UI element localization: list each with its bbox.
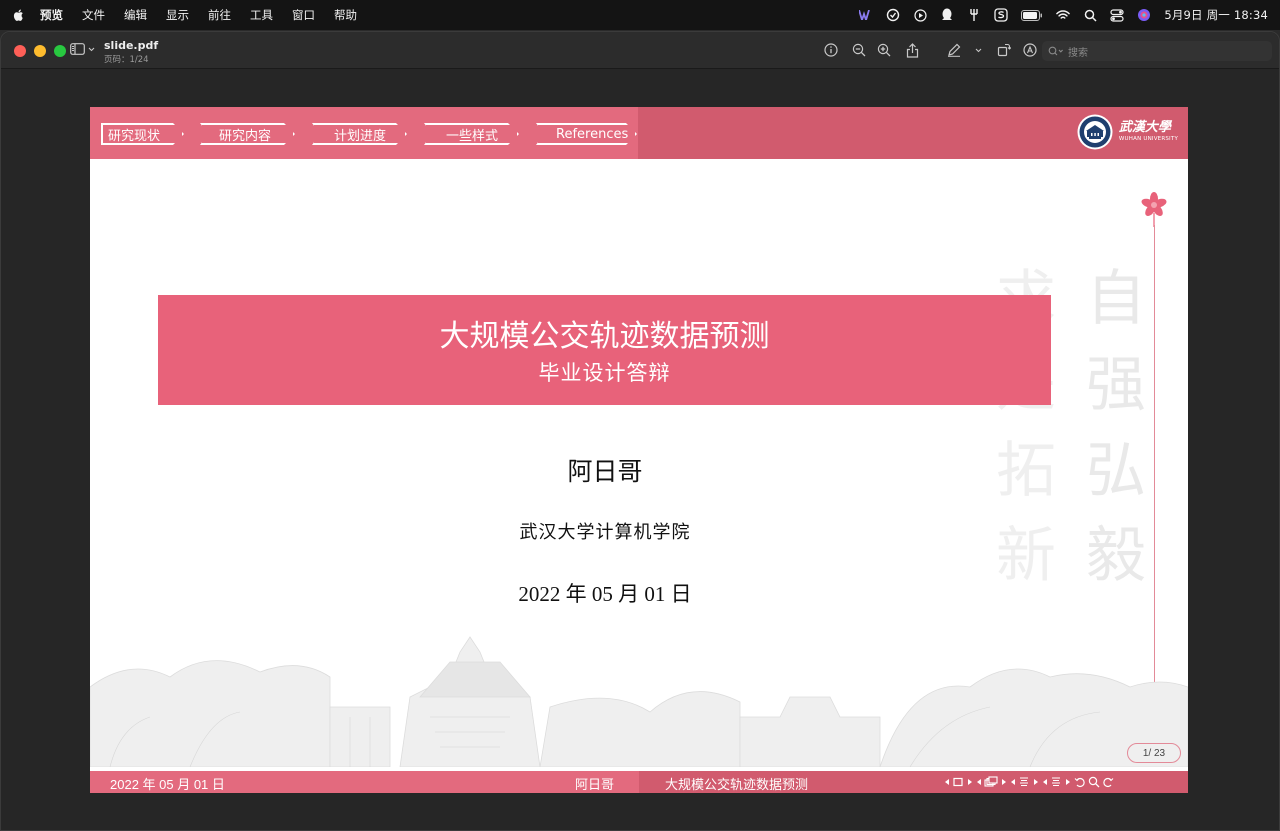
nav-tab-label: 一些样式 bbox=[446, 128, 499, 144]
markup-chevron-down-icon[interactable] bbox=[970, 42, 986, 58]
qq-icon[interactable] bbox=[940, 8, 954, 22]
battery-icon[interactable] bbox=[1021, 8, 1043, 22]
menubar-clock[interactable]: 5月9日 周一 18:34 bbox=[1164, 7, 1268, 23]
control-center-icon[interactable] bbox=[1110, 8, 1124, 22]
search-icon bbox=[1048, 46, 1063, 56]
zoom-in-icon[interactable] bbox=[876, 42, 892, 58]
nav-frame-icon[interactable] bbox=[951, 775, 965, 789]
slide-footer: 2022 年 05 月 01 日 阿日哥 大规模公交轨迹数据预测 bbox=[90, 771, 1188, 793]
search-field[interactable]: 搜索 bbox=[1042, 41, 1272, 61]
play-icon[interactable] bbox=[913, 8, 927, 22]
nav-search-icon[interactable] bbox=[1087, 775, 1101, 789]
beamer-navigation bbox=[943, 775, 1115, 789]
page-count-label: 页码：1/24 bbox=[104, 55, 149, 65]
nav-tab-label: 研究内容 bbox=[219, 128, 272, 144]
siri-icon[interactable] bbox=[1137, 8, 1151, 22]
flower-decoration-icon bbox=[1141, 192, 1167, 227]
toolbar-actions bbox=[823, 42, 1038, 58]
zoom-out-icon[interactable] bbox=[851, 42, 867, 58]
campus-skyline-illustration bbox=[90, 636, 1188, 767]
nav-section-next-icon[interactable] bbox=[1031, 775, 1041, 789]
university-seal-icon bbox=[1077, 114, 1113, 150]
share-icon[interactable] bbox=[904, 42, 920, 58]
nav-tab-plan-progress[interactable]: 计划进度 bbox=[312, 123, 407, 145]
nav-tab-label: 计划进度 bbox=[334, 128, 387, 144]
rotate-icon[interactable] bbox=[996, 42, 1012, 58]
search-placeholder: 搜索 bbox=[1068, 47, 1088, 59]
menu-view[interactable]: 显示 bbox=[166, 7, 189, 23]
nav-doc-next-icon[interactable] bbox=[1063, 775, 1073, 789]
university-logo: 武漢大學 WUHAN UNIVERSITY bbox=[1077, 114, 1178, 150]
menu-tools[interactable]: 工具 bbox=[250, 7, 273, 23]
nav-section-prev-icon[interactable] bbox=[1009, 775, 1017, 789]
nav-subsection-icon[interactable] bbox=[983, 775, 999, 789]
close-window-button[interactable] bbox=[14, 45, 26, 57]
nav-back-icon[interactable] bbox=[1073, 775, 1087, 789]
nav-tab-label: References bbox=[556, 126, 629, 142]
presentation-title: 大规模公交轨迹数据预测 bbox=[439, 319, 770, 354]
search-icon[interactable] bbox=[1083, 8, 1097, 22]
nav-section-icon[interactable] bbox=[1017, 775, 1031, 789]
sidebar-toggle-button[interactable] bbox=[70, 43, 95, 55]
nav-doc-prev-icon[interactable] bbox=[1041, 775, 1049, 789]
nav-forward-icon[interactable] bbox=[1101, 775, 1115, 789]
menu-bar: 预览 文件 编辑 显示 前往 工具 窗口 帮助 5月9日 周一 18:34 bbox=[0, 0, 1280, 30]
document-title: slide.pdf bbox=[104, 39, 159, 52]
menu-file[interactable]: 文件 bbox=[82, 7, 105, 23]
wifi-icon[interactable] bbox=[1056, 8, 1071, 22]
zoom-window-button[interactable] bbox=[54, 45, 66, 57]
motto-watermark-right: 自强弘毅 bbox=[1086, 257, 1146, 600]
grammar-icon[interactable] bbox=[886, 8, 900, 22]
presentation-institute: 武汉大学计算机学院 bbox=[519, 522, 691, 543]
nav-tab-research-status[interactable]: 研究现状 bbox=[101, 123, 184, 145]
nav-tab-label: 研究现状 bbox=[108, 128, 161, 144]
sidebar-icon bbox=[70, 43, 85, 55]
w-app-icon[interactable] bbox=[859, 8, 873, 22]
nav-subsection-prev-icon[interactable] bbox=[975, 775, 983, 789]
traffic-lights bbox=[14, 45, 66, 57]
motto-right-text: 自强弘毅 bbox=[1086, 264, 1146, 592]
university-name-en: WUHAN UNIVERSITY bbox=[1118, 136, 1178, 143]
info-icon[interactable] bbox=[823, 42, 839, 58]
status-area: 5月9日 周一 18:34 bbox=[859, 0, 1268, 30]
slide-header: 研究现状 研究内容 计划进度 一些样式 References 武漢大學 WUHA… bbox=[90, 107, 1188, 159]
annotate-icon[interactable] bbox=[1022, 42, 1038, 58]
nav-tab-some-styles[interactable]: 一些样式 bbox=[424, 123, 519, 145]
minimize-window-button[interactable] bbox=[34, 45, 46, 57]
nav-frame-next-icon[interactable] bbox=[965, 775, 975, 789]
markup-pen-icon[interactable] bbox=[946, 42, 962, 58]
menu-edit[interactable]: 编辑 bbox=[124, 7, 147, 23]
university-name: 武漢大學 WUHAN UNIVERSITY bbox=[1119, 121, 1178, 143]
footer-author: 阿日哥 bbox=[575, 777, 615, 792]
title-banner: 大规模公交轨迹数据预测 毕业设计答辩 bbox=[158, 295, 1051, 405]
menu-window[interactable]: 窗口 bbox=[292, 7, 315, 23]
nav-frame-prev-icon[interactable] bbox=[943, 775, 951, 789]
chevron-down-icon bbox=[88, 47, 95, 51]
window-toolbar: slide.pdf 页码：1/24 搜索 bbox=[1, 32, 1279, 69]
presentation-subtitle: 毕业设计答辩 bbox=[538, 361, 671, 385]
footer-date: 2022 年 05 月 01 日 bbox=[110, 777, 225, 792]
nav-subsection-next-icon[interactable] bbox=[999, 775, 1009, 789]
nav-tab-references[interactable]: References bbox=[536, 123, 637, 145]
university-name-cn: 武漢大學 bbox=[1118, 120, 1171, 136]
footer-title: 大规模公交轨迹数据预测 bbox=[665, 777, 809, 792]
menu-go[interactable]: 前往 bbox=[208, 7, 231, 23]
nav-doc-icon[interactable] bbox=[1049, 775, 1063, 789]
slide-page-indicator: 1/ 23 bbox=[1127, 743, 1181, 763]
fork-icon[interactable] bbox=[967, 8, 981, 22]
slide-page: 研究现状 研究内容 计划进度 一些样式 References 武漢大學 WUHA… bbox=[90, 107, 1188, 793]
nav-tab-research-content[interactable]: 研究内容 bbox=[200, 123, 295, 145]
menu-preview[interactable]: 预览 bbox=[40, 7, 63, 23]
menu-help[interactable]: 帮助 bbox=[334, 7, 357, 23]
presentation-date: 2022 年 05 月 01 日 bbox=[518, 582, 692, 606]
s-app-icon[interactable] bbox=[994, 8, 1008, 22]
presentation-author: 阿日哥 bbox=[567, 457, 643, 486]
apple-icon[interactable] bbox=[12, 8, 26, 22]
